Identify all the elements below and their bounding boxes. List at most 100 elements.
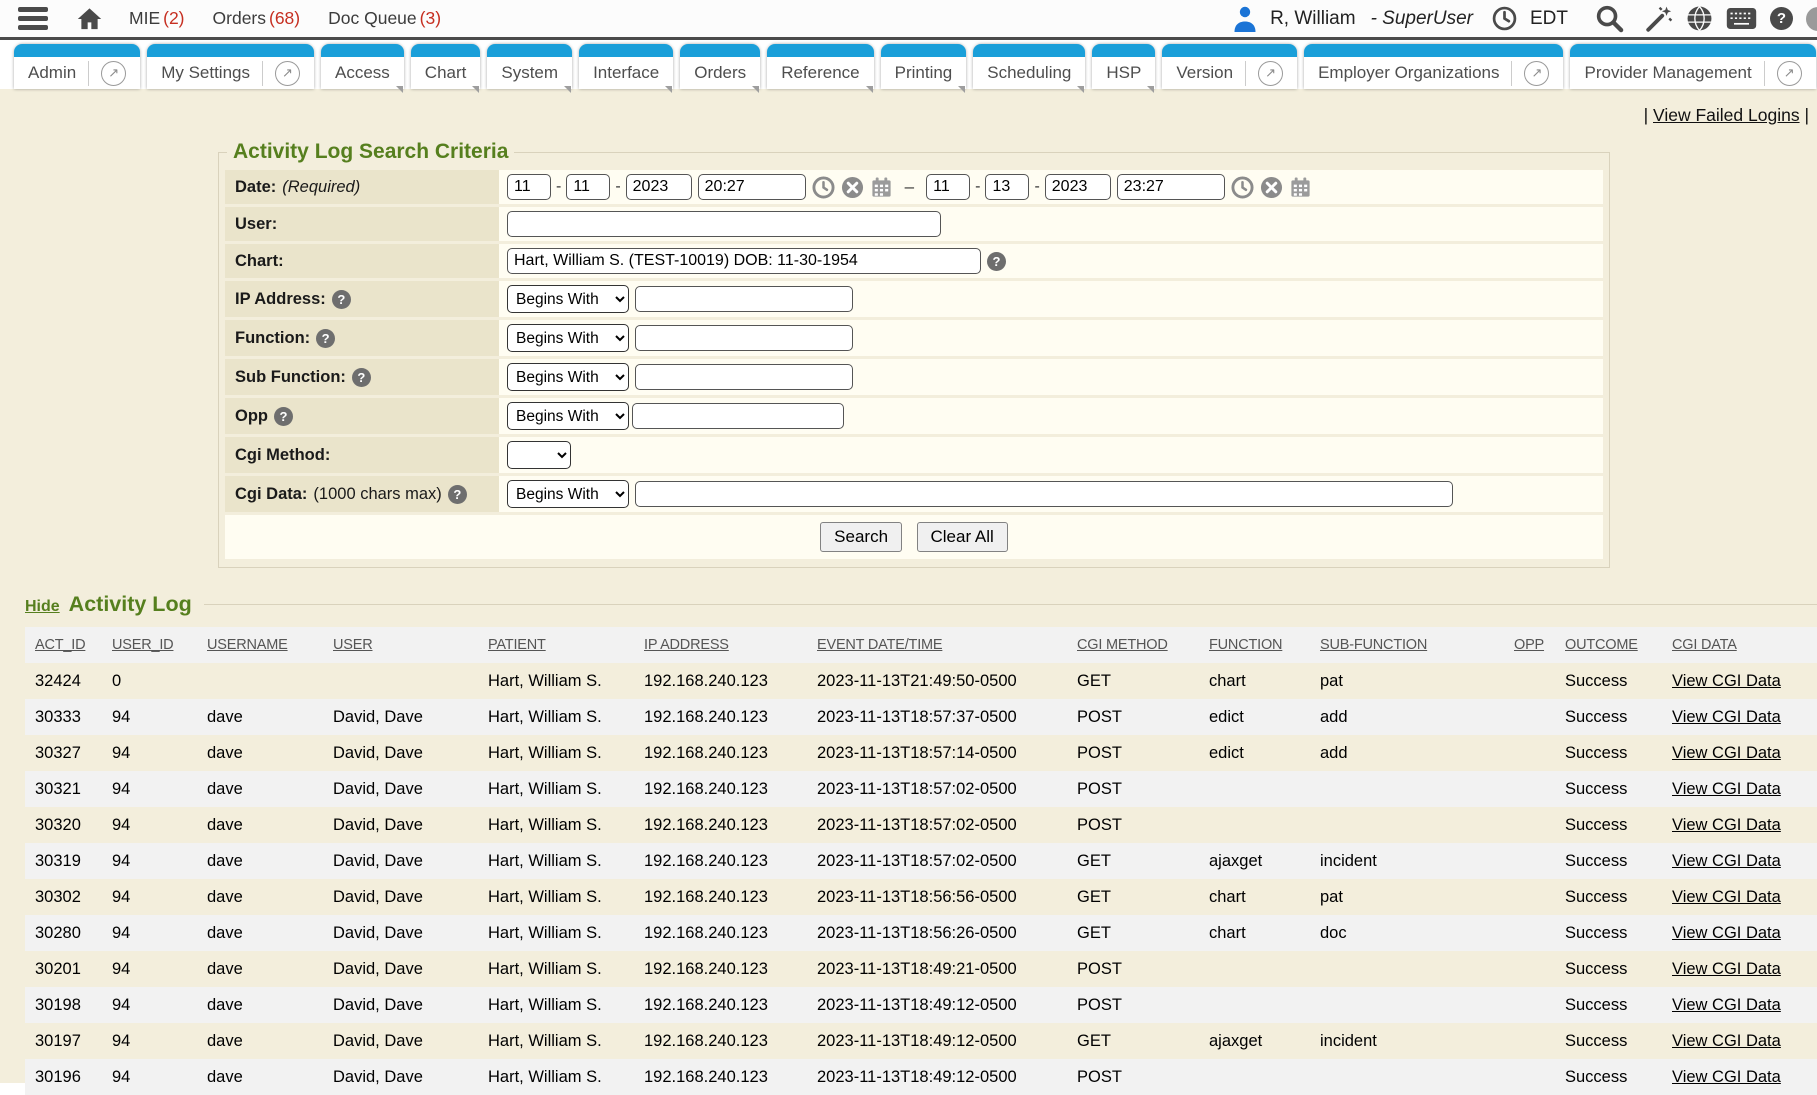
search-criteria-title: Activity Log Search Criteria	[227, 140, 514, 164]
date-from-year-input[interactable]	[626, 174, 692, 200]
tab-system[interactable]: System	[487, 44, 572, 89]
time-picker-icon[interactable]	[812, 176, 835, 199]
sub-function-help-icon[interactable]	[352, 368, 371, 387]
nav-orders[interactable]: Orders(68)	[213, 8, 301, 29]
tab-printing[interactable]: Printing	[881, 44, 967, 89]
calendar-icon[interactable]	[1289, 176, 1312, 199]
column-header-event-date-time[interactable]: EVENT DATE/TIME	[817, 627, 1077, 663]
cgi-data-input[interactable]	[635, 481, 1453, 507]
column-header-sub-function[interactable]: SUB-FUNCTION	[1320, 627, 1514, 663]
view-cgi-data-link[interactable]: View CGI Data	[1672, 1032, 1781, 1050]
function-match-select[interactable]: Begins With	[507, 324, 629, 352]
clock-icon[interactable]	[1492, 6, 1517, 31]
cgi-data-match-select[interactable]: Begins With	[507, 480, 629, 508]
globe-icon[interactable]	[1686, 5, 1713, 32]
column-header-ip-address[interactable]: IP ADDRESS	[644, 627, 817, 663]
cell-event-datetime: 2023-11-13T18:49:21-0500	[817, 951, 1077, 987]
column-header-opp[interactable]: OPP	[1514, 627, 1565, 663]
open-new-window-icon[interactable]	[275, 61, 300, 86]
nav-doc-queue[interactable]: Doc Queue(3)	[328, 8, 441, 29]
home-icon[interactable]	[76, 6, 103, 32]
opp-help-icon[interactable]	[274, 407, 293, 426]
date-from-day-input[interactable]	[566, 174, 610, 200]
column-header-outcome[interactable]: OUTCOME	[1565, 627, 1672, 663]
open-new-window-icon[interactable]	[1524, 61, 1549, 86]
date-to-day-input[interactable]	[985, 174, 1029, 200]
column-header-act-id[interactable]: ACT_ID	[25, 627, 112, 663]
column-header-user[interactable]: USER	[333, 627, 488, 663]
tab-chart[interactable]: Chart	[411, 44, 481, 89]
clear-all-button[interactable]: Clear All	[917, 522, 1008, 552]
view-cgi-data-link[interactable]: View CGI Data	[1672, 924, 1781, 942]
chart-input[interactable]	[507, 248, 981, 274]
column-header-cgi-data[interactable]: CGI DATA	[1672, 627, 1817, 663]
view-cgi-data-link[interactable]: View CGI Data	[1672, 672, 1781, 690]
tab-orders[interactable]: Orders	[680, 44, 760, 89]
user-input[interactable]	[507, 211, 941, 237]
wand-icon[interactable]	[1645, 5, 1673, 33]
date-to-year-input[interactable]	[1045, 174, 1111, 200]
column-header-username[interactable]: USERNAME	[207, 627, 333, 663]
search-button[interactable]: Search	[820, 522, 902, 552]
cell-cgi-method: POST	[1077, 987, 1209, 1023]
cgi-method-select[interactable]	[507, 441, 571, 469]
help-icon[interactable]	[1770, 7, 1793, 30]
cell-user-id: 94	[112, 843, 207, 879]
cgi-method-label-text: Cgi Method:	[235, 446, 330, 465]
cell-cgi-method: POST	[1077, 951, 1209, 987]
view-cgi-data-link[interactable]: View CGI Data	[1672, 744, 1781, 762]
view-cgi-data-link[interactable]: View CGI Data	[1672, 996, 1781, 1014]
tab-access[interactable]: Access	[321, 44, 404, 89]
date-to-month-input[interactable]	[926, 174, 970, 200]
time-from-input[interactable]	[698, 174, 806, 200]
edge-avatar-icon[interactable]	[1806, 7, 1817, 31]
column-header-patient[interactable]: PATIENT	[488, 627, 644, 663]
column-header-user-id[interactable]: USER_ID	[112, 627, 207, 663]
tab-admin[interactable]: Admin	[14, 44, 140, 89]
opp-input[interactable]	[632, 403, 844, 429]
view-cgi-data-link[interactable]: View CGI Data	[1672, 816, 1781, 834]
hamburger-menu-icon[interactable]	[18, 6, 48, 31]
tab-hsp[interactable]: HSP	[1092, 44, 1155, 89]
column-header-function[interactable]: FUNCTION	[1209, 627, 1320, 663]
opp-match-select[interactable]: Begins With	[507, 402, 629, 430]
clear-date-icon[interactable]	[1260, 176, 1283, 199]
open-new-window-icon[interactable]	[1777, 61, 1802, 86]
ip-match-select[interactable]: Begins With	[507, 285, 629, 313]
nav-mie[interactable]: MIE(2)	[129, 8, 185, 29]
view-cgi-data-link[interactable]: View CGI Data	[1672, 708, 1781, 726]
keyboard-icon[interactable]	[1726, 7, 1757, 30]
user-avatar-icon[interactable]	[1233, 5, 1257, 32]
cgi-data-help-icon[interactable]	[448, 485, 467, 504]
open-new-window-icon[interactable]	[1258, 61, 1283, 86]
sub-function-input[interactable]	[635, 364, 853, 390]
view-cgi-data-link[interactable]: View CGI Data	[1672, 852, 1781, 870]
view-cgi-data-link[interactable]: View CGI Data	[1672, 888, 1781, 906]
ip-address-input[interactable]	[635, 286, 853, 312]
tab-provider-management[interactable]: Provider Management	[1570, 44, 1815, 89]
tab-scheduling[interactable]: Scheduling	[973, 44, 1085, 89]
function-input[interactable]	[635, 325, 853, 351]
calendar-icon[interactable]	[870, 176, 893, 199]
ip-address-help-icon[interactable]	[332, 290, 351, 309]
time-picker-icon[interactable]	[1231, 176, 1254, 199]
chart-help-icon[interactable]	[987, 252, 1006, 271]
view-failed-logins-link[interactable]: View Failed Logins	[1653, 105, 1800, 125]
hide-activity-log-link[interactable]: Hide	[25, 598, 60, 616]
tab-interface[interactable]: Interface	[579, 44, 673, 89]
date-from-month-input[interactable]	[507, 174, 551, 200]
sub-function-match-select[interactable]: Begins With	[507, 363, 629, 391]
function-help-icon[interactable]	[316, 329, 335, 348]
tab-employer-organizations[interactable]: Employer Organizations	[1304, 44, 1563, 89]
view-cgi-data-link[interactable]: View CGI Data	[1672, 780, 1781, 798]
tab-reference[interactable]: Reference	[767, 44, 873, 89]
tab-version[interactable]: Version	[1162, 44, 1297, 89]
tab-my-settings[interactable]: My Settings	[147, 44, 314, 89]
open-new-window-icon[interactable]	[101, 61, 126, 86]
column-header-cgi-method[interactable]: CGI METHOD	[1077, 627, 1209, 663]
clear-date-icon[interactable]	[841, 176, 864, 199]
separator: -	[975, 178, 980, 196]
search-icon[interactable]	[1595, 4, 1624, 33]
view-cgi-data-link[interactable]: View CGI Data	[1672, 960, 1781, 978]
time-to-input[interactable]	[1117, 174, 1225, 200]
